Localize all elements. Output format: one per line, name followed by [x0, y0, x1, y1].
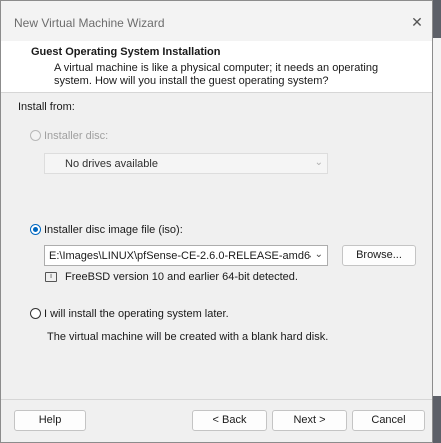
- drive-select-value: No drives available: [65, 158, 158, 170]
- install-later-description: The virtual machine will be created with…: [47, 331, 329, 343]
- drive-select[interactable]: No drives available ⌄: [44, 153, 328, 174]
- install-later-radio[interactable]: [30, 308, 41, 319]
- footer-divider: [1, 399, 432, 400]
- close-icon: ✕: [411, 14, 423, 30]
- info-icon: i: [45, 272, 57, 282]
- installer-disc-label: Installer disc:: [44, 130, 109, 142]
- close-button[interactable]: ✕: [405, 9, 429, 35]
- iso-path-combo[interactable]: E:\Images\LINUX\pfSense-CE-2.6.0-RELEASE…: [44, 245, 328, 266]
- page-title: Guest Operating System Installation: [31, 46, 221, 58]
- background-window-panel: [433, 38, 441, 396]
- browse-button[interactable]: Browse...: [342, 245, 416, 266]
- iso-label: Installer disc image file (iso):: [44, 224, 183, 236]
- chevron-down-icon: ⌄: [314, 249, 323, 260]
- detected-os-message: FreeBSD version 10 and earlier 64-bit de…: [65, 271, 298, 283]
- help-button[interactable]: Help: [14, 410, 86, 431]
- wizard-header: Guest Operating System Installation A vi…: [1, 41, 432, 93]
- iso-path-value: E:\Images\LINUX\pfSense-CE-2.6.0-RELEASE…: [49, 250, 311, 262]
- window-title: New Virtual Machine Wizard: [14, 16, 165, 30]
- install-later-label: I will install the operating system late…: [44, 308, 229, 320]
- installer-disc-radio[interactable]: [30, 130, 41, 141]
- install-from-label: Install from:: [18, 101, 75, 113]
- title-bar: New Virtual Machine Wizard ✕: [1, 1, 432, 41]
- chevron-down-icon: ⌄: [314, 157, 323, 168]
- back-button[interactable]: < Back: [192, 410, 267, 431]
- next-button[interactable]: Next >: [272, 410, 347, 431]
- page-description: A virtual machine is like a physical com…: [54, 62, 379, 87]
- wizard-dialog: New Virtual Machine Wizard ✕ Guest Opera…: [0, 0, 433, 443]
- background-window-strip: [433, 0, 441, 443]
- iso-radio[interactable]: [30, 224, 41, 235]
- cancel-button[interactable]: Cancel: [352, 410, 425, 431]
